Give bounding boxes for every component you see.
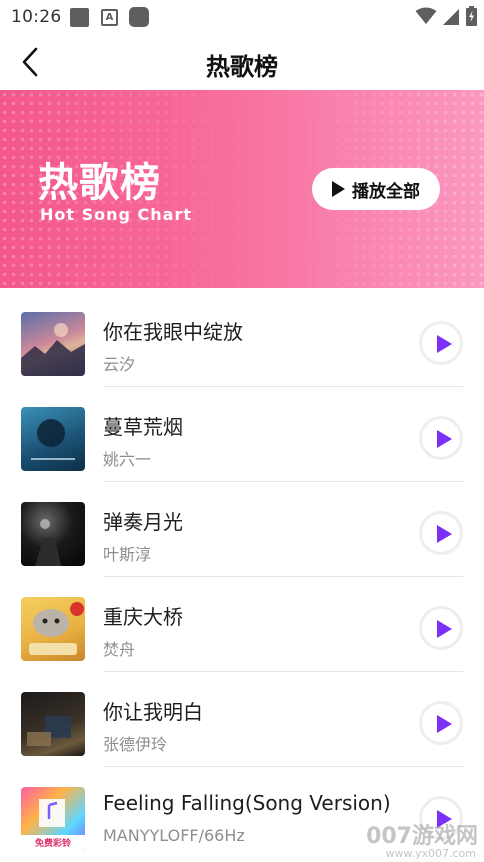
banner-title: 热歌榜 <box>38 160 161 206</box>
song-play-button[interactable] <box>419 701 463 745</box>
song-title: 你在我眼中绽放 <box>103 320 243 344</box>
status-bar: 10:26 A <box>0 0 484 34</box>
cover-art <box>35 519 61 566</box>
song-title: 蔓草荒烟 <box>103 415 183 439</box>
song-play-button[interactable] <box>419 321 463 365</box>
play-all-button[interactable]: 播放全部 <box>312 168 440 210</box>
song-row[interactable]: 重庆大桥 焚舟 <box>0 577 484 672</box>
cover-badge: 免费彩铃 <box>34 839 71 849</box>
song-title: Feeling Falling(Song Version) <box>103 791 391 815</box>
song-title: 弹奏月光 <box>103 510 183 534</box>
wifi-icon <box>415 7 437 24</box>
song-row[interactable]: 你让我明白 张德伊玲 <box>0 672 484 767</box>
song-play-button[interactable] <box>419 416 463 460</box>
app-header: 热歌榜 <box>0 34 484 90</box>
song-title: 重庆大桥 <box>103 605 183 629</box>
watermark-url: www.yx007.com <box>385 847 476 860</box>
app-notification-icon <box>129 7 149 27</box>
album-cover: 免费彩铃 <box>21 787 85 851</box>
album-cover <box>21 502 85 566</box>
album-cover <box>21 597 85 661</box>
page-title: 热歌榜 <box>206 53 278 81</box>
song-artist: MANYYLOFF/66Hz <box>103 826 245 845</box>
song-artist: 叶斯淳 <box>103 545 152 564</box>
song-play-button[interactable] <box>419 511 463 555</box>
cover-art <box>27 716 71 746</box>
battery-charging-icon <box>466 6 477 26</box>
album-cover <box>21 692 85 756</box>
cell-signal-icon <box>443 9 459 25</box>
song-artist: 姚六一 <box>103 450 152 469</box>
album-cover <box>21 312 85 376</box>
a-notification-icon: A <box>101 9 118 26</box>
play-all-label: 播放全部 <box>352 181 420 202</box>
cover-art <box>21 323 85 376</box>
notification-square-icon <box>70 8 89 27</box>
song-play-button[interactable] <box>419 606 463 650</box>
banner-subtitle: Hot Song Chart <box>40 205 192 224</box>
song-artist: 焚舟 <box>103 640 136 659</box>
song-title: 你让我明白 <box>103 700 203 724</box>
album-cover <box>21 407 85 471</box>
song-row[interactable]: 弹奏月光 叶斯淳 <box>0 482 484 577</box>
song-artist: 张德伊玲 <box>103 735 168 754</box>
watermark: 007游戏网 <box>366 824 478 849</box>
hot-chart-banner: 热歌榜 Hot Song Chart 播放全部 <box>0 90 484 288</box>
song-row[interactable]: 你在我眼中绽放 云汐 <box>0 292 484 387</box>
cover-art <box>29 602 84 655</box>
song-row[interactable]: 蔓草荒烟 姚六一 <box>0 387 484 482</box>
cover-art <box>31 419 75 460</box>
song-artist: 云汐 <box>103 355 136 374</box>
play-icon <box>332 181 345 197</box>
status-time: 10:26 <box>11 7 62 27</box>
